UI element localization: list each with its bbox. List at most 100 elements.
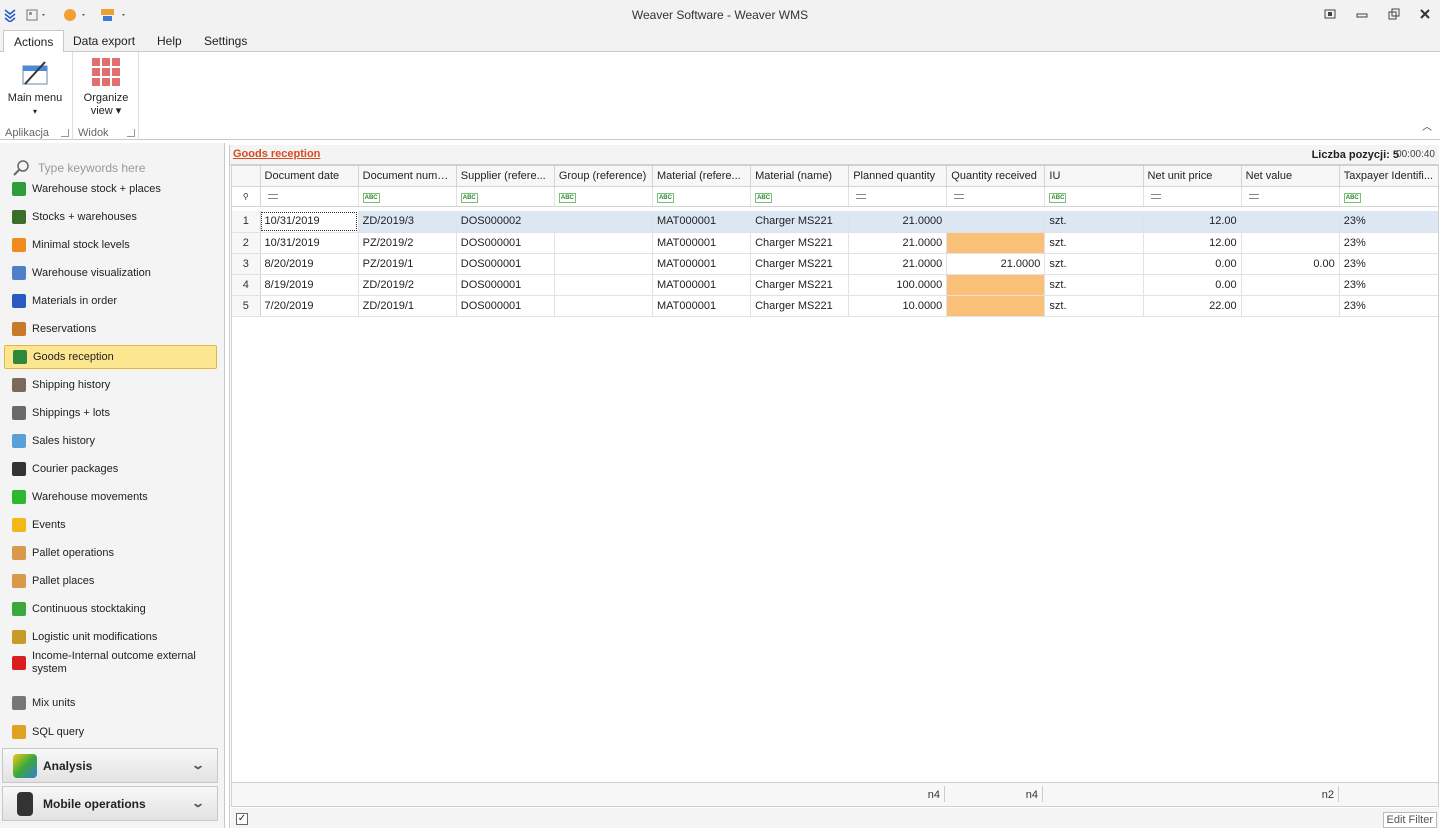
table-cell[interactable]: Charger MS221 [750, 211, 850, 233]
search-input[interactable]: Type keywords here [38, 161, 145, 175]
table-cell[interactable]: 23% [1339, 211, 1438, 233]
table-cell[interactable]: MAT000001 [652, 232, 752, 254]
table-cell[interactable]: 0.00 [1143, 253, 1242, 275]
table-cell[interactable]: szt. [1044, 253, 1144, 275]
row-number[interactable]: 2 [232, 232, 261, 254]
table-cell[interactable]: 23% [1339, 274, 1438, 296]
table-cell[interactable]: MAT000001 [652, 211, 752, 233]
column-header[interactable]: IU [1044, 166, 1144, 187]
column-header[interactable]: Group (reference) [554, 166, 653, 187]
panel-title[interactable]: Goods reception [233, 148, 320, 160]
table-cell[interactable]: PZ/2019/1 [358, 253, 457, 275]
table-row[interactable]: 5 7/20/2019 ZD/2019/1 DOS000001 MAT000001 Cha… [232, 295, 1438, 317]
nav-group-mobile-operations[interactable]: Mobile operations ⌄ [2, 786, 218, 821]
filter-cell[interactable]: ABC [358, 186, 457, 207]
table-cell[interactable]: 21.0000 [848, 232, 948, 254]
table-cell[interactable]: DOS000001 [456, 253, 555, 275]
table-cell[interactable]: 8/19/2019 [260, 274, 359, 296]
table-cell[interactable]: 21.0000 [848, 211, 948, 233]
sidebar-item-courier-packages[interactable]: Courier packages [4, 457, 217, 481]
sidebar-item-minimal-stock-levels[interactable]: Minimal stock levels [4, 233, 217, 257]
table-cell[interactable]: 23% [1339, 295, 1438, 317]
table-cell[interactable]: DOS000001 [456, 295, 555, 317]
filter-cell[interactable]: ABC [750, 186, 850, 207]
column-header[interactable]: Quantity received [946, 166, 1046, 187]
search-box[interactable]: Type keywords here [12, 159, 145, 177]
table-cell[interactable]: 100.0000 [848, 274, 948, 296]
column-header[interactable]: Material (name) [750, 166, 850, 187]
table-cell[interactable]: MAT000001 [652, 295, 752, 317]
table-cell[interactable]: szt. [1044, 211, 1144, 233]
table-cell[interactable] [554, 232, 653, 254]
tab-help[interactable]: Help [147, 30, 192, 52]
column-header[interactable]: Net value [1241, 166, 1340, 187]
screen-capture-icon[interactable] [1323, 7, 1337, 21]
sidebar-item-continuous-stocktaking[interactable]: Continuous stocktaking [4, 597, 217, 621]
nav-group-analysis[interactable]: Analysis ⌄ [2, 748, 218, 783]
sidebar-item-income-internal-outcome-external-system[interactable]: Income-Internal outcome external system [4, 649, 217, 677]
filter-cell[interactable]: ABC [554, 186, 653, 207]
table-row[interactable]: 1 10/31/2019 ZD/2019/3 DOS000002 MAT000001 Ch… [232, 211, 1438, 233]
table-cell[interactable]: 21.0000 [946, 253, 1046, 275]
tab-data-export[interactable]: Data export [63, 30, 145, 52]
table-cell[interactable]: szt. [1044, 274, 1144, 296]
table-cell[interactable]: 10.0000 [848, 295, 948, 317]
table-cell[interactable] [1241, 232, 1340, 254]
table-row[interactable]: 3 8/20/2019 PZ/2019/1 DOS000001 MAT000001 Cha… [232, 253, 1438, 275]
table-cell[interactable]: ZD/2019/2 [358, 274, 457, 296]
table-cell[interactable] [1241, 295, 1340, 317]
table-cell[interactable] [946, 232, 1046, 254]
table-cell[interactable] [946, 295, 1046, 317]
table-cell[interactable] [1241, 274, 1340, 296]
column-header[interactable]: Supplier (refere... [456, 166, 555, 187]
table-row[interactable]: 2 10/31/2019 PZ/2019/2 DOS000001 MAT000001 Ch… [232, 232, 1438, 254]
filter-cell[interactable] [1241, 186, 1340, 207]
filter-cell[interactable] [946, 186, 1046, 207]
table-cell[interactable]: MAT000001 [652, 274, 752, 296]
filter-cell[interactable] [848, 186, 948, 207]
sidebar-item-pallet-places[interactable]: Pallet places [4, 569, 217, 593]
table-cell[interactable]: 23% [1339, 232, 1438, 254]
sidebar-item-sales-history[interactable]: Sales history [4, 429, 217, 453]
organize-view-button[interactable]: Organize view ▾ [77, 56, 135, 118]
table-cell[interactable]: DOS000001 [456, 274, 555, 296]
table-cell[interactable]: MAT000001 [652, 253, 752, 275]
table-cell[interactable]: 7/20/2019 [260, 295, 359, 317]
table-cell[interactable]: ZD/2019/3 [358, 211, 457, 233]
sidebar-item-mix-units[interactable]: Mix units [4, 691, 217, 715]
sidebar-item-shipping-history[interactable]: Shipping history [4, 373, 217, 397]
row-number[interactable]: 1 [232, 211, 261, 233]
table-cell[interactable]: Charger MS221 [750, 232, 850, 254]
table-cell[interactable] [554, 295, 653, 317]
collapse-ribbon-icon[interactable]: ︿ [1422, 118, 1432, 133]
table-cell[interactable]: 23% [1339, 253, 1438, 275]
table-cell[interactable]: 12.00 [1143, 232, 1242, 254]
table-cell[interactable]: Charger MS221 [750, 295, 850, 317]
filter-cell[interactable] [260, 186, 359, 207]
table-cell[interactable]: 8/20/2019 [260, 253, 359, 275]
tab-actions[interactable]: Actions [3, 30, 65, 53]
table-cell[interactable] [946, 211, 1046, 233]
table-cell[interactable] [554, 211, 653, 233]
sidebar-item-shippings-lots[interactable]: Shippings + lots [4, 401, 217, 425]
table-cell[interactable]: szt. [1044, 232, 1144, 254]
table-row[interactable]: 4 8/19/2019 ZD/2019/2 DOS000001 MAT000001 Cha… [232, 274, 1438, 296]
restore-button[interactable] [1387, 7, 1401, 21]
filter-cell[interactable] [1143, 186, 1242, 207]
close-button[interactable] [1418, 7, 1432, 21]
table-cell[interactable]: ZD/2019/1 [358, 295, 457, 317]
table-cell[interactable]: 10/31/2019 [260, 232, 359, 254]
row-number[interactable]: 3 [232, 253, 261, 275]
table-cell[interactable]: 12.00 [1143, 211, 1242, 233]
sidebar-item-events[interactable]: Events [4, 513, 217, 537]
table-cell[interactable]: 0.00 [1143, 274, 1242, 296]
table-cell[interactable]: Charger MS221 [750, 253, 850, 275]
sidebar-item-warehouse-visualization[interactable]: Warehouse visualization [4, 261, 217, 285]
table-cell[interactable]: 22.00 [1143, 295, 1242, 317]
column-header[interactable]: Net unit price [1143, 166, 1242, 187]
table-cell[interactable] [946, 274, 1046, 296]
filter-cell[interactable]: ABC [1339, 186, 1438, 207]
sidebar-item-pallet-operations[interactable]: Pallet operations [4, 541, 217, 565]
table-cell[interactable] [554, 274, 653, 296]
minimize-button[interactable] [1355, 7, 1369, 21]
